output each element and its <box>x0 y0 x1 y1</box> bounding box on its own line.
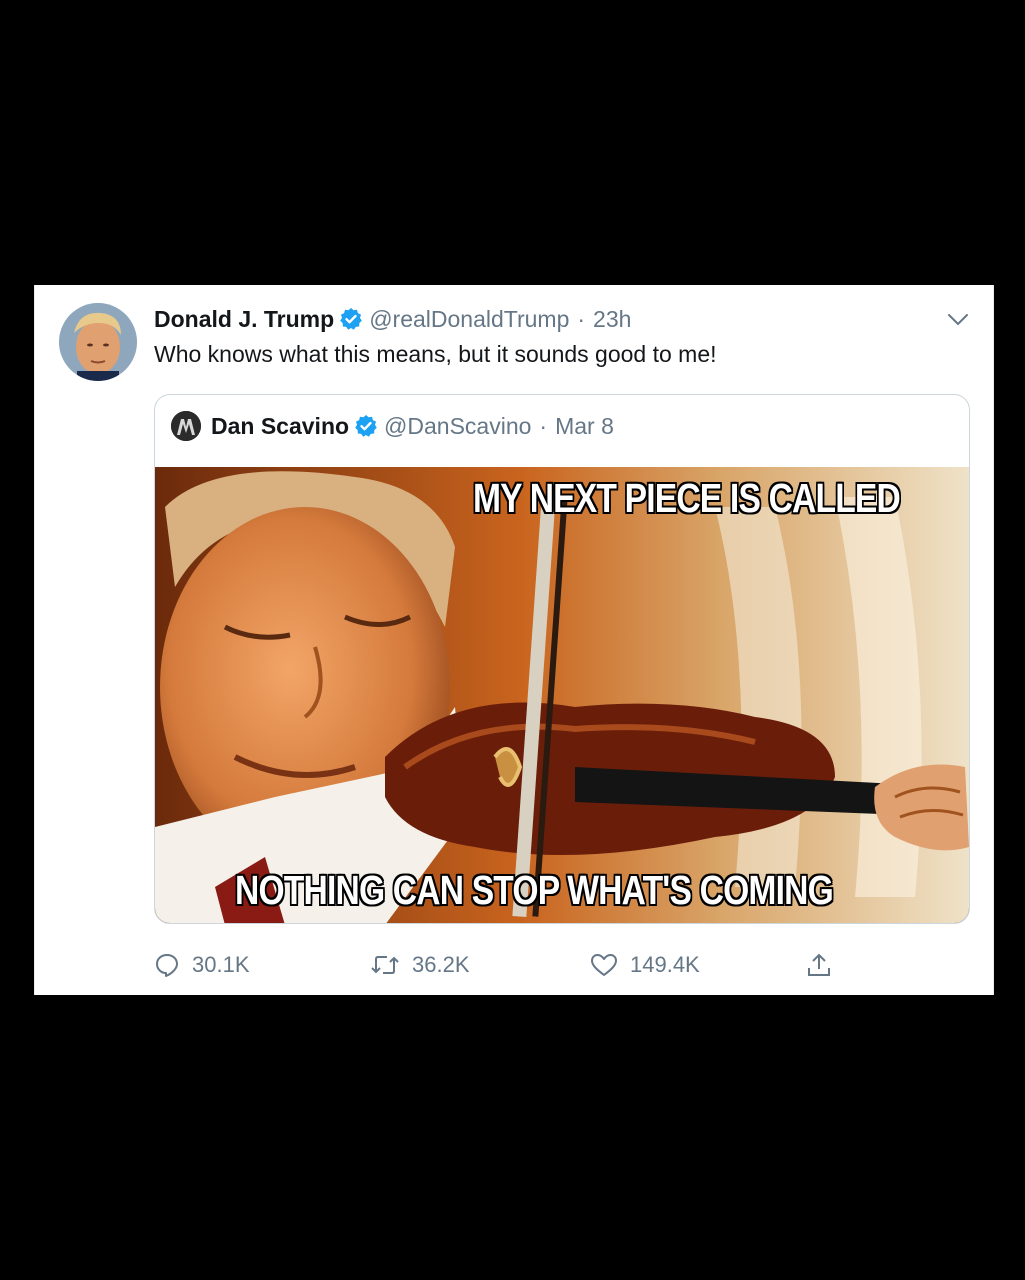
violin-scene-illustration <box>155 467 969 923</box>
like-icon <box>591 954 617 976</box>
reply-icon <box>156 954 178 977</box>
chevron-down-icon[interactable] <box>945 307 971 333</box>
separator-dot: · <box>577 305 586 332</box>
retweet-icon <box>371 956 399 974</box>
tweet-text: Who knows what this means, but it sounds… <box>154 341 717 367</box>
verified-badge-icon <box>339 307 363 331</box>
tweet-header: Donald J. Trump @realDonaldTrump · 23h <box>154 304 631 334</box>
meme-bottom-caption: NOTHING CAN STOP WHAT'S COMING <box>235 867 834 913</box>
quoted-tweet-date[interactable]: Mar 8 <box>555 413 614 440</box>
author-handle[interactable]: @realDonaldTrump <box>369 306 569 333</box>
meme-image[interactable]: MY NEXT PIECE IS CALLED NOTHING CAN STOP… <box>155 467 969 923</box>
like-count: 149.4K <box>630 952 700 977</box>
quoted-tweet[interactable]: Dan Scavino @DanScavino · Mar 8 MY NEXT … <box>154 394 970 924</box>
verified-badge-icon <box>354 414 378 438</box>
retweet-count: 36.2K <box>412 952 470 977</box>
quoted-author-handle[interactable]: @DanScavino <box>384 413 531 440</box>
tweet-actions: 30.1K 36.2K 149.4K <box>154 948 874 982</box>
author-name[interactable]: Donald J. Trump <box>154 306 334 333</box>
retweet-button[interactable]: 36.2K <box>370 948 470 982</box>
meme-top-caption: MY NEXT PIECE IS CALLED <box>473 475 901 521</box>
like-button[interactable]: 149.4K <box>590 948 700 982</box>
tweet-timestamp[interactable]: 23h <box>593 306 631 333</box>
share-button[interactable] <box>806 948 844 982</box>
quoted-author-name[interactable]: Dan Scavino <box>211 413 349 440</box>
reply-button[interactable]: 30.1K <box>154 948 250 982</box>
share-icon <box>808 953 830 976</box>
reply-count: 30.1K <box>192 952 250 977</box>
tweet-card[interactable]: Donald J. Trump @realDonaldTrump · 23h W… <box>34 285 994 995</box>
avatar[interactable] <box>59 303 137 381</box>
quoted-tweet-header: Dan Scavino @DanScavino · Mar 8 <box>171 409 614 443</box>
separator-dot: · <box>539 412 548 439</box>
quoted-avatar <box>171 411 201 441</box>
